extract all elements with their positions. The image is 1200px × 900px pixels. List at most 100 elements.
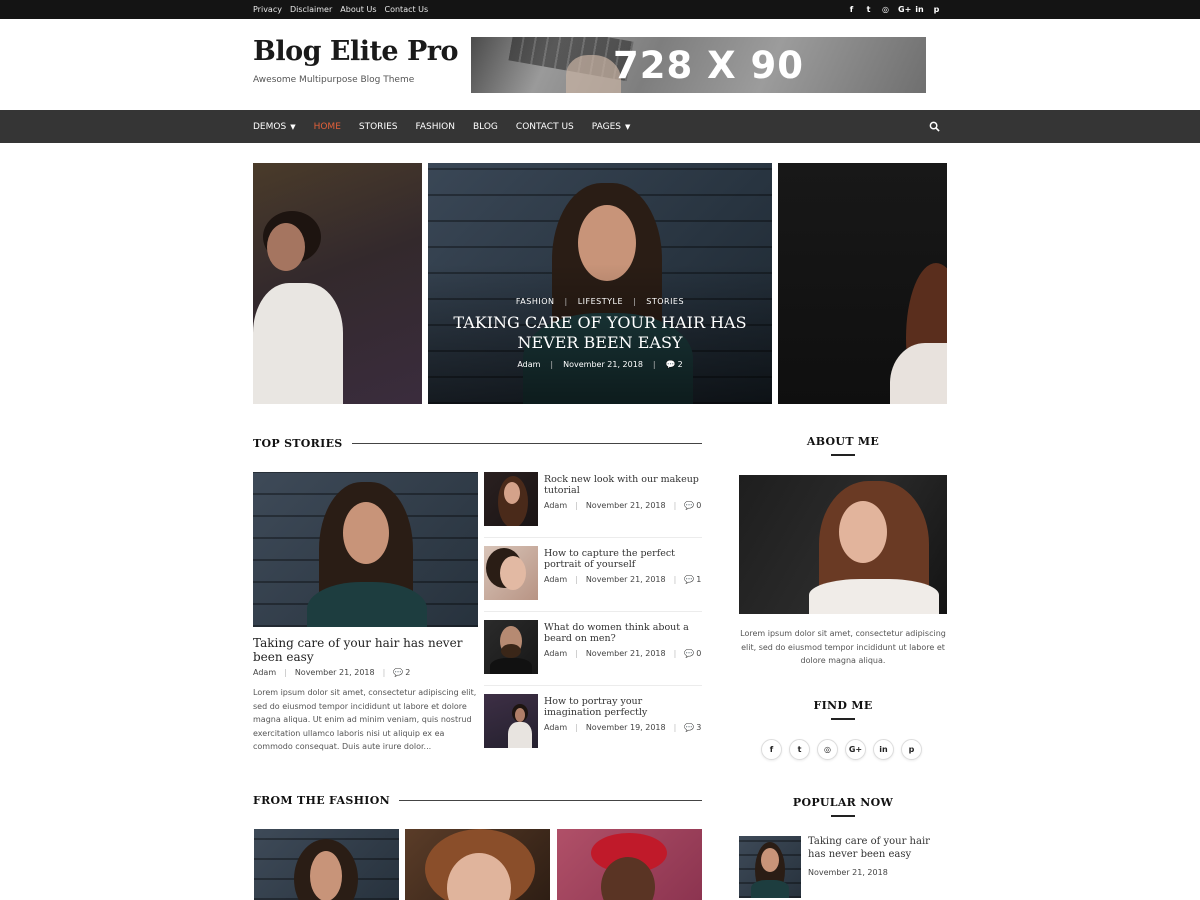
slide-meta: Adam | November 21, 2018 | 💬 2 (428, 360, 772, 369)
slide-categories: FASHION | LIFESTYLE | STORIES (428, 297, 772, 306)
story-thumbnail[interactable] (484, 472, 538, 526)
nav-item-pages[interactable]: PAGES ▼ (592, 122, 631, 132)
person-face (310, 851, 342, 900)
slide-category[interactable]: LIFESTYLE (578, 297, 623, 306)
story-list-item[interactable]: Rock new look with our makeup tutorial A… (484, 472, 702, 528)
top-link-privacy[interactable]: Privacy (253, 5, 282, 14)
banner-text: 728 X 90 (613, 44, 805, 87)
pinterest-icon[interactable]: p (932, 5, 941, 14)
story-date: November 19, 2018 (585, 723, 666, 732)
section-rule (351, 443, 702, 444)
story-date: November 21, 2018 (585, 501, 666, 510)
comment-icon: 💬 (665, 360, 676, 369)
top-link-disclaimer[interactable]: Disclaimer (290, 5, 332, 14)
story-comments[interactable]: 💬 0 (684, 649, 701, 658)
nav-item-fashion[interactable]: FASHION (416, 122, 455, 132)
story-author[interactable]: Adam (253, 668, 276, 677)
nav-item-label: PAGES (591, 121, 621, 132)
separator: | (550, 360, 554, 369)
ad-banner[interactable]: 728 X 90 (471, 37, 926, 93)
story-comments[interactable]: 💬 2 (393, 668, 410, 677)
top-link-contact-us[interactable]: Contact Us (385, 5, 429, 14)
search-icon[interactable] (929, 121, 940, 132)
slider-item-next[interactable] (778, 163, 947, 404)
comment-count: 0 (696, 501, 702, 510)
separator: | (575, 575, 578, 584)
story-list-item[interactable]: How to capture the perfect portrait of y… (484, 546, 702, 602)
top-link-about-us[interactable]: About Us (340, 5, 376, 14)
story-comments[interactable]: 💬 3 (684, 723, 701, 732)
facebook-icon[interactable]: f (847, 5, 856, 14)
slide-title[interactable]: TAKING CARE OF YOUR HAIR HAS NEVER BEEN … (448, 313, 752, 353)
story-title[interactable]: How to portray your imagination perfectl… (544, 696, 702, 718)
featured-story-image[interactable] (253, 472, 478, 627)
separator: | (652, 360, 656, 369)
list-divider (484, 685, 702, 686)
section-title: TOP STORIES (253, 437, 343, 450)
twitter-icon[interactable]: t (789, 739, 810, 760)
slider-item-main[interactable]: FASHION | LIFESTYLE | STORIES TAKING CAR… (428, 163, 772, 404)
pinterest-icon[interactable]: p (901, 739, 922, 760)
popular-post-date: November 21, 2018 (808, 868, 888, 877)
sidebar-heading-about: ABOUT ME (806, 435, 880, 448)
story-author[interactable]: Adam (544, 501, 567, 510)
popular-post-thumbnail[interactable] (739, 836, 801, 898)
popular-post-title[interactable]: Taking care of your hair has never been … (808, 835, 948, 861)
story-author[interactable]: Adam (544, 649, 567, 658)
comment-icon: 💬 (684, 723, 695, 732)
chevron-down-icon: ▼ (624, 122, 631, 131)
story-list-item[interactable]: What do women think about a beard on men… (484, 620, 702, 676)
google-plus-icon[interactable]: G+ (898, 5, 911, 14)
comment-count: 3 (696, 723, 702, 732)
instagram-icon[interactable]: ◎ (881, 5, 890, 14)
person-face (500, 556, 526, 590)
story-comments[interactable]: 💬 1 (684, 575, 701, 584)
person-body (751, 880, 789, 898)
slide-author[interactable]: Adam (517, 360, 540, 369)
fashion-card-image[interactable] (254, 829, 399, 900)
nav-item-demos[interactable]: DEMOS ▼ (253, 122, 296, 132)
comment-count: 2 (405, 668, 411, 677)
story-thumbnail[interactable] (484, 620, 538, 674)
story-title[interactable]: What do women think about a beard on men… (544, 622, 702, 644)
top-bar: Privacy Disclaimer About Us Contact Us f… (0, 0, 1200, 19)
fashion-card-image[interactable] (557, 829, 702, 900)
story-thumbnail[interactable] (484, 546, 538, 600)
story-title[interactable]: Rock new look with our makeup tutorial (544, 474, 702, 496)
slide-category[interactable]: STORIES (646, 297, 684, 306)
nav-item-home[interactable]: HOME (314, 122, 341, 132)
story-author[interactable]: Adam (544, 723, 567, 732)
slide-comments[interactable]: 💬 2 (666, 360, 683, 369)
story-thumbnail[interactable] (484, 694, 538, 748)
story-title[interactable]: How to capture the perfect portrait of y… (544, 548, 702, 570)
instagram-icon[interactable]: ◎ (817, 739, 838, 760)
linkedin-icon[interactable]: in (915, 5, 924, 14)
facebook-icon[interactable]: f (761, 739, 782, 760)
nav-item-contact-us[interactable]: CONTACT US (516, 122, 574, 132)
person-body (890, 343, 947, 404)
linkedin-icon[interactable]: in (873, 739, 894, 760)
fashion-card-image[interactable] (405, 829, 550, 900)
comment-icon: 💬 (684, 575, 695, 584)
about-me-text: Lorem ipsum dolor sit amet, consectetur … (740, 629, 946, 665)
featured-story-title[interactable]: Taking care of your hair has never been … (253, 636, 478, 664)
nav-item-stories[interactable]: STORIES (359, 122, 398, 132)
find-me-social-icons: f t ◎ G+ in p (761, 739, 922, 760)
nav-item-blog[interactable]: BLOG (473, 122, 498, 132)
site-title[interactable]: Blog Elite Pro (253, 36, 459, 67)
slide-date: November 21, 2018 (563, 360, 643, 369)
google-plus-icon[interactable]: G+ (845, 739, 866, 760)
heading-rule (831, 815, 855, 817)
story-list-item[interactable]: How to portray your imagination perfectl… (484, 694, 702, 750)
story-meta: Adam | November 21, 2018 | 💬 0 (544, 649, 701, 658)
slide-category[interactable]: FASHION (516, 297, 555, 306)
separator: | (673, 649, 677, 658)
story-comments[interactable]: 💬 0 (684, 501, 701, 510)
story-author[interactable]: Adam (544, 575, 567, 584)
nav-item-label: BLOG (472, 121, 498, 132)
comment-icon: 💬 (684, 649, 695, 658)
person-body (253, 283, 343, 404)
twitter-icon[interactable]: t (864, 5, 873, 14)
slider-item-prev[interactable] (253, 163, 422, 404)
person-body (508, 722, 532, 748)
